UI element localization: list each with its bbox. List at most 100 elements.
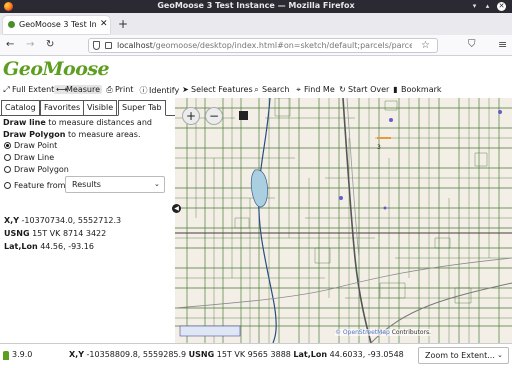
feature-point-1[interactable] [339,196,343,200]
osm-attribution-link[interactable]: © OpenStreetMap [335,329,390,336]
draw-line-radio[interactable] [4,154,11,161]
minimize-icon[interactable]: ▾ [470,2,479,11]
url-text[interactable]: localhost/geomoose/desktop/index.html#on… [117,41,412,50]
back-arrow-icon[interactable]: ← [6,39,14,50]
select-features-button[interactable]: ➤ Select Features [181,85,253,94]
reload-icon[interactable]: ↻ [46,39,54,50]
full-extent-button[interactable]: ⤢ Full Extent [2,85,54,95]
feature-point-3[interactable] [498,110,502,114]
feature-from-radio[interactable] [4,182,11,189]
moose-icon [3,351,9,360]
measure-icon: ⟷ [56,85,68,94]
close-window-icon[interactable]: ✕ [497,2,506,11]
navigation-bar: ← → ↻ localhost/geomoose/desktop/index.h… [0,35,512,56]
collapse-panel-icon[interactable]: ◀ [172,204,181,213]
draw-line-option[interactable]: Draw Line [4,153,54,164]
app-header: GeoMoose [0,56,512,84]
bookmark-icon: ▮ [393,85,398,94]
highway-line [342,98,372,343]
feature-from-value: Results [72,180,101,189]
search-label: Search [262,85,290,94]
map-attribution: © OpenStreetMap Contributors. [335,329,432,336]
tool-bar: ⤢ Full Extent ⟷Measure ⎙ Print ⓘ Identify ➤… [0,84,512,98]
draw-point-radio[interactable] [4,142,11,149]
draw-line-label: Draw Line [14,153,55,162]
footer-usng-label: USNG [188,350,215,359]
tracking-shield-icon[interactable] [93,41,100,50]
coord-xy-value: -10370734.0, 5552712.3 [19,216,122,225]
feature-point-4[interactable] [383,206,387,210]
tab-close-icon[interactable]: ✕ [100,19,108,29]
draw-point-option[interactable]: Draw Point [4,141,57,152]
chevron-down-icon: ⌄ [154,180,160,188]
coord-usng-label: USNG [4,229,30,238]
pocket-icon[interactable]: ⛉ [468,39,476,50]
feature-from-select[interactable]: Results ⌄ [65,176,165,193]
url-host: localhost [117,41,153,50]
cursor-icon: ➤ [182,85,189,94]
print-icon: ⎙ [106,85,113,94]
tab-super-tab[interactable]: Super Tab [118,100,166,116]
cursor-coordinates: X,Y -10358809.8, 5559285.9 USNG 15T VK 9… [69,350,404,359]
bookmark-button[interactable]: ▮ Bookmark [391,85,441,94]
footer-usng-value: 15T VK 9565 3888 [214,350,294,359]
info-icon: ⓘ [139,86,148,95]
window-titlebar: GeoMoose 3 Test Instance — Mozilla Firef… [0,0,512,13]
instruction-areas: to measure areas. [65,130,141,139]
favicon-icon [8,21,15,28]
footer-latlon-label: Lat,Lon [293,350,328,359]
scale-bar-box [179,325,241,337]
new-tab-button[interactable]: + [118,17,128,31]
feature-from-label: Feature from: [14,181,69,190]
print-button[interactable]: ⎙ Print [105,85,133,95]
attribution-text: Contributors. [389,329,432,336]
zoom-to-extent-select[interactable]: Zoom to Extent... ⌄ [418,347,509,364]
url-path: /geomoose/desktop/index.html#on=sketch/d… [152,41,412,50]
road-label: 3 [377,144,381,151]
coord-xy-label: X,Y [4,216,19,225]
start-over-button[interactable]: ↻ Start Over [338,85,389,94]
tab-title: GeoMoose 3 Test Instance [19,20,97,29]
browser-tab[interactable]: GeoMoose 3 Test Instance ✕ [3,16,110,34]
coord-usng-value: 15T VK 8714 3422 [29,229,107,238]
coord-latlon: Lat,Lon 44.56, -93.16 [4,242,94,251]
draw-point-label: Draw Point [14,141,58,150]
identify-label: Identify [149,86,180,95]
identify-button[interactable]: ⓘ Identify [139,85,180,96]
url-bar[interactable]: localhost/geomoose/desktop/index.html#on… [88,38,438,53]
instruction-line-1: Draw line to measure distances and [3,117,173,129]
feature-from-option[interactable]: Feature from: [4,181,68,192]
coord-xy: X,Y -10370734.0, 5552712.3 [4,216,121,225]
tab-catalog[interactable]: Catalog [1,100,40,116]
full-extent-label: Full Extent [12,85,55,94]
zoom-in-button[interactable]: + [182,107,200,125]
measure-button[interactable]: ⟷Measure [54,85,102,94]
footer-xy-label: X,Y [69,350,84,359]
search-button[interactable]: ⌕ Search [252,85,289,95]
version-label: 3.9.0 [12,350,33,359]
select-features-label: Select Features [191,85,253,94]
zoom-out-button[interactable]: − [205,107,223,125]
measure-instructions: Draw line to measure distances and Draw … [3,117,173,141]
page-info-icon[interactable] [105,42,112,49]
find-me-label: Find Me [304,85,335,94]
forward-arrow-icon[interactable]: → [26,39,34,50]
tab-visible[interactable]: Visible [83,100,118,116]
full-extent-icon: ⤢ [3,85,10,94]
feature-point-2[interactable] [389,118,393,122]
instruction-line-2: Draw Polygon to measure areas. [3,129,173,141]
tab-favorites[interactable]: Favorites [40,100,85,116]
hamburger-menu-icon[interactable]: ≡ [498,38,507,51]
search-icon: ⌕ [254,85,259,94]
draw-polygon-radio[interactable] [4,166,11,173]
draw-polygon-option[interactable]: Draw Polygon [4,165,69,176]
find-me-button[interactable]: ⌖ Find Me [294,85,335,95]
parcel-map[interactable]: 3 [175,98,512,343]
bookmark-star-icon[interactable]: ☆ [421,40,430,51]
map-view[interactable]: 3 + − © OpenStreetMap Contributors. [175,98,512,343]
parcel-subdivisions [175,98,512,343]
fullscreen-icon[interactable] [239,111,248,120]
county-road-line [175,257,512,309]
maximize-icon[interactable]: ▴ [483,2,492,11]
side-panel: Catalog Favorites Visible Super Tab Draw… [0,98,175,343]
